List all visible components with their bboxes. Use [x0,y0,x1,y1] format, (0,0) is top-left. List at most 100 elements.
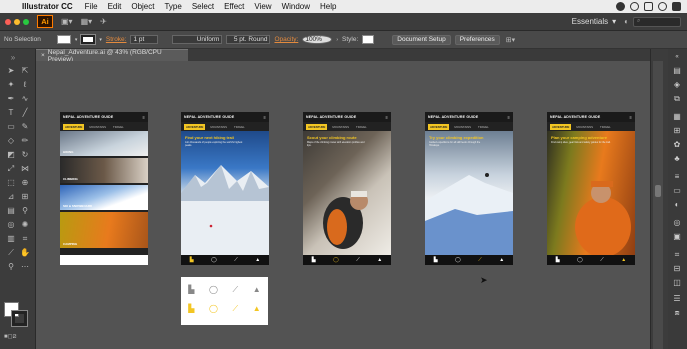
mesh-tool-icon[interactable]: ⊞ [20,192,30,202]
hand-tool-icon[interactable]: ✋ [20,248,30,258]
eyedropper-tool-icon[interactable]: ⚲ [20,206,30,216]
curvature-tool-icon[interactable]: ∿ [20,94,30,104]
document-setup-button[interactable]: Document Setup [392,34,451,45]
lasso-tool-icon[interactable]: ℓ [20,80,30,90]
eraser-tool-icon[interactable]: ◩ [6,150,16,160]
transform-panel-icon[interactable]: ⌗ [671,250,683,260]
stroke-panel-icon[interactable]: ≡ [671,172,683,182]
transparency-panel-icon[interactable]: ◐ [671,200,683,210]
scrollbar-thumb[interactable] [655,185,661,197]
layers-stack-icon[interactable]: ☰ [671,294,683,304]
color-mode-icon[interactable]: ■◻⧄ [4,332,16,342]
menu-edit[interactable]: Edit [108,2,122,11]
rotate-tool-icon[interactable]: ↻ [20,150,30,160]
artboard-2[interactable]: NEPAL ADVENTURE GUIDE ≡ ADVENTURE MOUNTAI… [181,112,269,265]
menu-window[interactable]: Window [282,2,310,11]
layers-panel-icon[interactable]: ◈ [671,80,683,90]
brush-definition[interactable]: 5 pt. Round [226,35,271,44]
scale-tool-icon[interactable]: ⤢ [6,164,16,174]
notification-center-icon[interactable] [672,2,681,11]
preferences-button[interactable]: Preferences [454,34,500,45]
align-panel-icon[interactable]: ⊟ [671,264,683,274]
slice-tool-icon[interactable]: ⟋ [6,248,16,258]
chevron-down-icon[interactable]: ▾ [75,37,78,43]
stroke-color-swatch[interactable] [12,311,27,326]
perspective-grid-tool-icon[interactable]: ⊿ [6,192,16,202]
align-icon[interactable]: ⊞▾ [506,36,515,44]
shape-builder-tool-icon[interactable]: ⊕ [20,178,30,188]
brushes-panel-icon[interactable]: ✿ [671,140,683,150]
zoom-tool-icon[interactable]: ⚲ [6,262,16,272]
color-panel-icon[interactable]: ▦ [671,112,683,122]
edit-toolbar-icon[interactable]: ⋯ [20,262,30,272]
menu-type[interactable]: Type [164,2,181,11]
menu-app-name[interactable]: Illustrator CC [22,2,73,11]
column-graph-tool-icon[interactable]: ▥ [6,234,16,244]
canvas-area[interactable]: NEPAL ADVENTURE GUIDE ≡ ADVENTURE MOUNTAI… [36,61,650,349]
spotlight-search-icon[interactable] [658,2,667,11]
bridge-button[interactable]: ▣▾ [61,17,73,26]
stroke-label[interactable]: Stroke: [106,36,127,43]
selection-tool-icon[interactable]: ➤ [6,66,16,76]
creative-cloud-icon[interactable] [616,2,625,11]
close-icon[interactable]: × [41,52,45,59]
pen-tool-icon[interactable]: ✒ [6,94,16,104]
menu-effect[interactable]: Effect [224,2,244,11]
menu-file[interactable]: File [85,2,98,11]
line-tool-icon[interactable]: ╱ [20,108,30,118]
gradient-tool-icon[interactable]: ▤ [6,206,16,216]
menu-select[interactable]: Select [192,2,214,11]
appearance-panel-icon[interactable]: ◎ [671,218,683,228]
menu-view[interactable]: View [254,2,271,11]
zoom-window-button[interactable] [23,18,29,25]
magic-wand-tool-icon[interactable]: ✦ [6,80,16,90]
free-transform-tool-icon[interactable]: ⬚ [6,178,16,188]
symbol-sprayer-tool-icon[interactable]: ✺ [20,220,30,230]
symbols-panel-icon[interactable]: ♣ [671,154,683,164]
artboard-tool-icon[interactable]: ⌗ [20,234,30,244]
width-tool-icon[interactable]: ⋈ [20,164,30,174]
chevron-down-icon[interactable]: ▾ [99,37,102,43]
minimize-window-button[interactable] [14,18,20,25]
artboard-5[interactable]: NEPAL ADVENTURE GUIDE ≡ ADVENTURE MOUNTAI… [547,112,635,265]
artboard-1[interactable]: NEPAL ADVENTURE GUIDE ≡ ADVENTURE MOUNTAI… [60,112,148,265]
gradient-panel-icon[interactable]: ▭ [671,186,683,196]
direct-selection-tool-icon[interactable]: ⇱ [20,66,30,76]
properties-panel-icon[interactable]: ▤ [671,66,683,76]
fill-swatch[interactable] [56,35,71,44]
pencil-tool-icon[interactable]: ✏ [20,136,30,146]
search-stock-input[interactable]: ⌕ [633,16,681,27]
stroke-weight-field[interactable]: 1 pt [130,35,159,44]
paintbrush-tool-icon[interactable]: ✎ [20,122,30,132]
gpu-performance-icon[interactable]: ✈ [100,17,107,26]
graphic-style-swatch[interactable] [362,35,375,44]
opacity-field[interactable]: 100% [302,35,333,44]
clock-icon[interactable] [630,2,639,11]
shaper-tool-icon[interactable]: ◇ [6,136,16,146]
type-tool-icon[interactable]: T [6,108,16,118]
close-window-button[interactable] [5,18,11,25]
panel-expand-icon[interactable]: « [671,52,683,62]
variable-width-profile[interactable]: Uniform [172,35,223,44]
pathfinder-panel-icon[interactable]: ◫ [671,278,683,288]
menu-object[interactable]: Object [131,2,154,11]
artboards-panel-icon[interactable]: ⧈ [671,308,683,318]
chevron-right-icon[interactable]: › [336,37,338,43]
icon-set-artboard[interactable]: ▙ ◯ ⟋ ▲ ▙ ◯ ⟋ ▲ [181,277,268,325]
rectangle-tool-icon[interactable]: ▭ [6,122,16,132]
artboard-3[interactable]: NEPAL ADVENTURE GUIDE ≡ ADVENTURE MOUNTAI… [303,112,391,265]
menu-help[interactable]: Help [320,2,336,11]
workspace-switcher[interactable]: Essentials ▾ [572,17,616,26]
artboard-4[interactable]: NEPAL ADVENTURE GUIDE ≡ ADVENTURE MOUNTAI… [425,112,513,265]
panel-collapse-icon[interactable]: » [8,53,18,63]
arrange-documents-button[interactable]: ▦▾ [81,17,93,26]
document-tab[interactable]: × Nepal_Adventure.ai @ 43% (RGB/CPU Prev… [36,49,188,63]
opacity-label[interactable]: Opacity: [274,36,298,43]
stroke-swatch[interactable] [81,35,96,44]
sync-icon[interactable]: ◐ [624,17,629,26]
swatches-panel-icon[interactable]: ⊞ [671,126,683,136]
libraries-panel-icon[interactable]: ⧉ [671,94,683,104]
graphic-styles-panel-icon[interactable]: ▣ [671,232,683,242]
display-icon[interactable] [644,2,653,11]
blend-tool-icon[interactable]: ◎ [6,220,16,230]
